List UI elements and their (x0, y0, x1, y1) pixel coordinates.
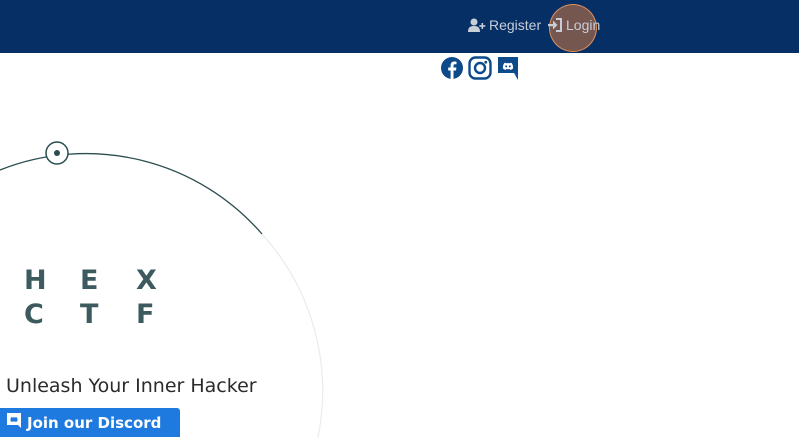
hero-decoration (0, 141, 324, 437)
hexctf-logo: H E X C T F (24, 264, 192, 332)
logo-letter: C (24, 299, 44, 330)
logo-row-2: C T F (24, 298, 192, 332)
hero-tagline: Unleash Your Inner Hacker (6, 375, 257, 397)
logo-row-1: H E X (24, 264, 192, 298)
discord-icon (7, 413, 21, 432)
join-discord-button[interactable]: Join our Discord (0, 408, 180, 437)
join-discord-label: Join our Discord (27, 413, 162, 432)
logo-letter: E (80, 265, 99, 296)
logo-letter: T (80, 299, 99, 330)
logo-letter: X (136, 265, 157, 296)
logo-letter: H (24, 265, 47, 296)
logo-letter: F (136, 299, 155, 330)
